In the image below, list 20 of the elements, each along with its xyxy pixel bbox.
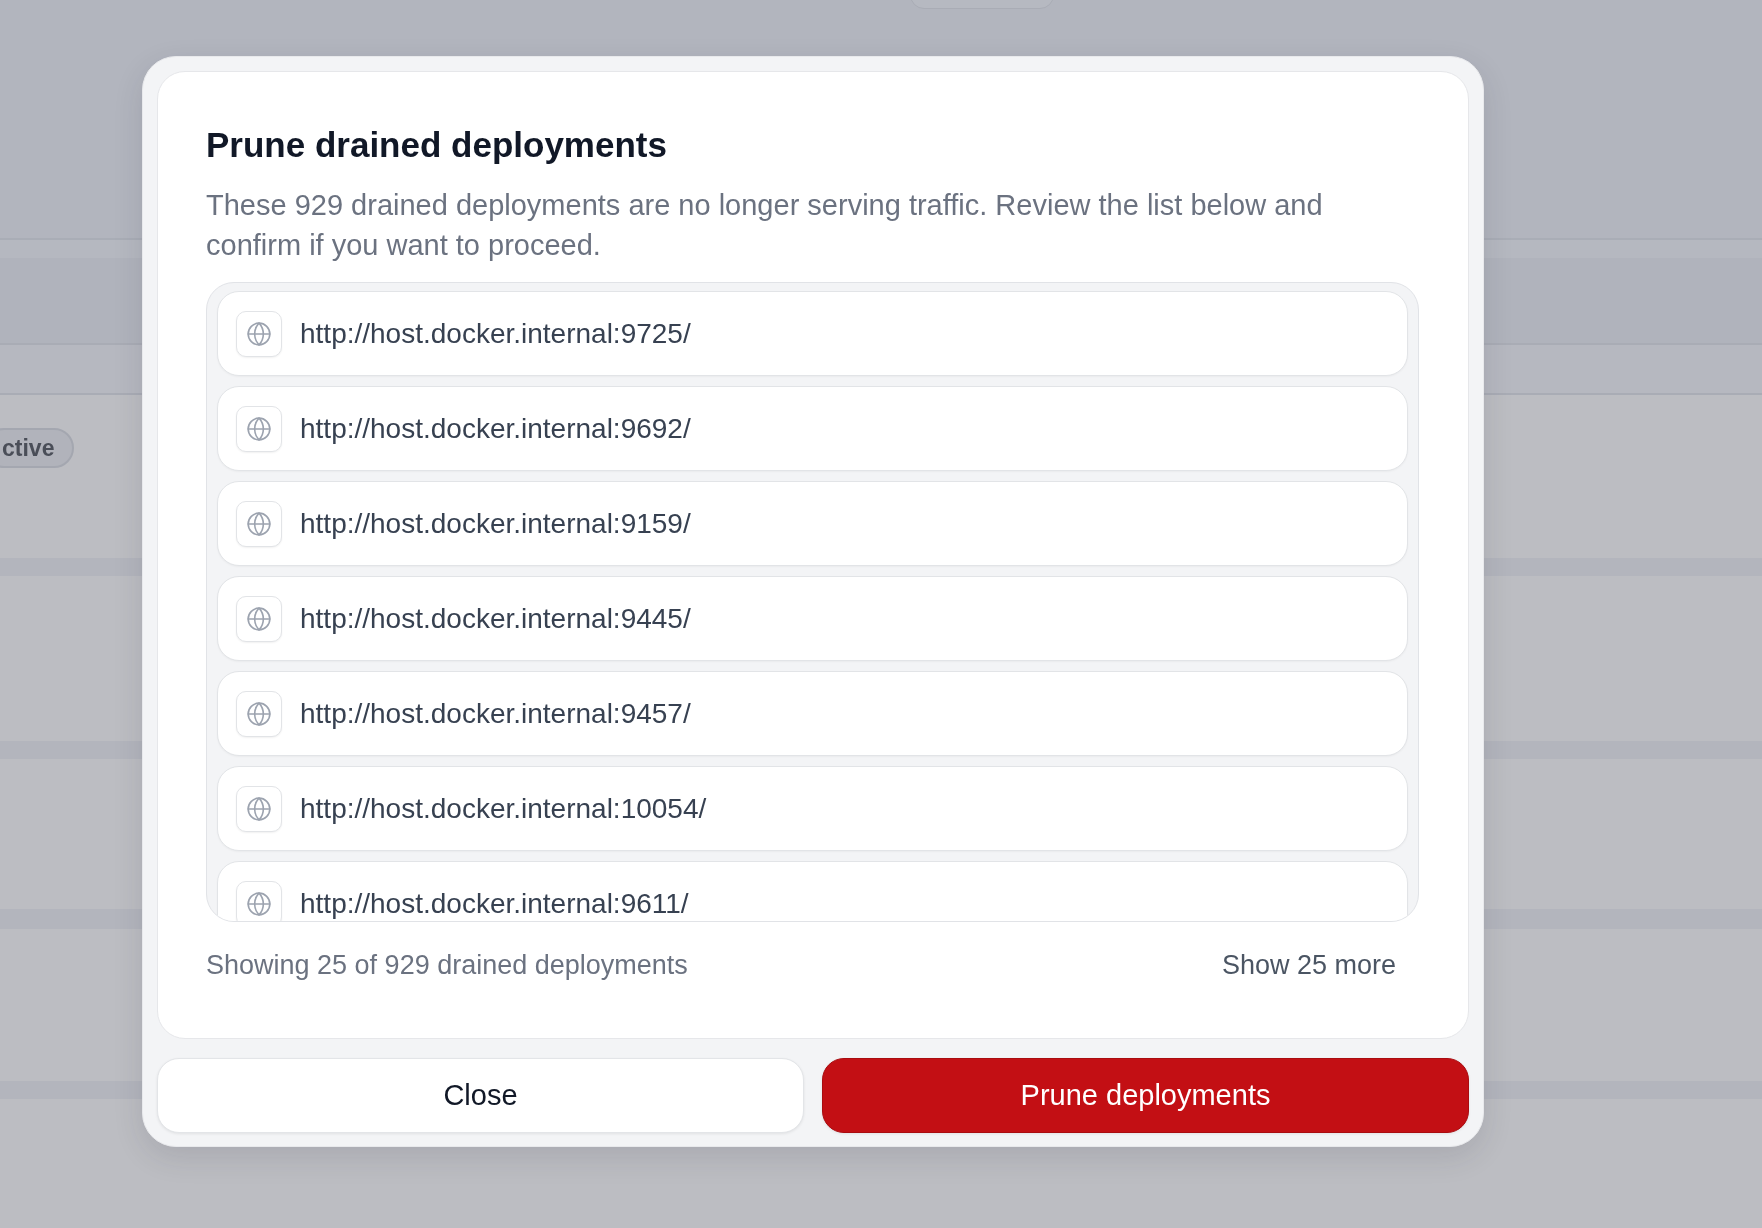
deployment-url: http://host.docker.internal:9611/ xyxy=(300,887,689,920)
globe-icon xyxy=(236,595,282,642)
deployment-url: http://host.docker.internal:9692/ xyxy=(300,412,691,445)
deployment-url: http://host.docker.internal:9445/ xyxy=(300,602,691,635)
show-more-button[interactable]: Show 25 more xyxy=(1221,947,1396,983)
pagination-summary: Showing 25 of 929 drained deployments xyxy=(206,949,688,982)
globe-icon xyxy=(236,690,282,737)
globe-icon xyxy=(236,500,282,547)
deployment-url: http://host.docker.internal:9457/ xyxy=(300,697,691,730)
globe-icon xyxy=(236,405,282,452)
deployment-url: http://host.docker.internal:10054/ xyxy=(300,792,707,825)
dialog-description: These 929 drained deployments are no longer serving traffic. Review the list below and confirm if you want to proceed. xyxy=(206,188,1324,263)
close-button[interactable]: Close xyxy=(157,1058,804,1133)
globe-icon xyxy=(236,785,282,832)
deployment-url: http://host.docker.internal:9159/ xyxy=(300,507,691,540)
prune-button[interactable]: Prune deployments xyxy=(822,1058,1469,1133)
deployment-url: http://host.docker.internal:9725/ xyxy=(300,317,691,350)
globe-icon xyxy=(236,310,282,357)
dialog-title: Prune drained deployments xyxy=(206,124,668,166)
status-badge: ctive xyxy=(0,428,75,468)
